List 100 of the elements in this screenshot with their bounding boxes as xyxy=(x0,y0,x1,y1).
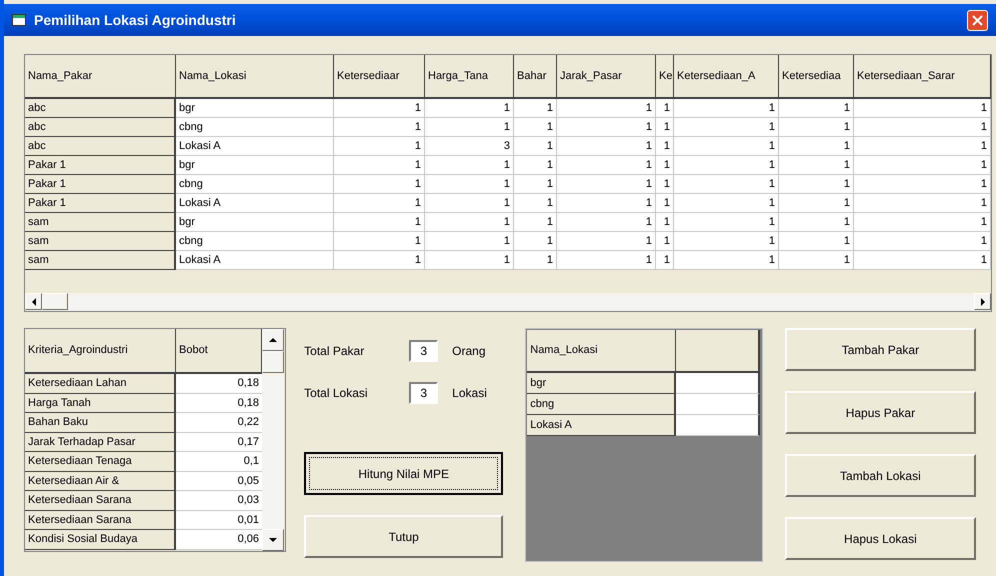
scroll-thumb[interactable] xyxy=(262,351,284,373)
table-cell: 1 xyxy=(425,251,514,270)
table-cell: bgr xyxy=(527,373,676,394)
table-cell: 0,01 xyxy=(176,510,262,530)
push-button[interactable]: Tambah Pakar xyxy=(784,328,976,371)
table-cell: 1 xyxy=(514,213,557,232)
table-cell: 1 xyxy=(514,99,557,118)
table-cell: 1 xyxy=(557,175,656,194)
table-cell: cbng xyxy=(527,394,676,415)
table-cell: 1 xyxy=(779,118,854,137)
push-button[interactable]: Tambah Lokasi xyxy=(784,454,976,497)
table-cell: 1 xyxy=(779,156,854,175)
column-header[interactable] xyxy=(676,330,760,373)
scroll-thumb[interactable] xyxy=(42,293,68,310)
table-cell: 1 xyxy=(557,213,656,232)
table-cell: abc xyxy=(25,118,176,137)
table-cell: 1 xyxy=(674,99,779,118)
table-cell: 1 xyxy=(334,137,425,156)
close-button[interactable] xyxy=(967,10,988,30)
table-cell: abc xyxy=(25,99,176,118)
table-cell: 1 xyxy=(674,232,779,251)
table-cell: Lokasi A xyxy=(176,251,334,270)
table-cell: bgr xyxy=(176,156,334,175)
table-cell: cbng xyxy=(176,232,334,251)
table-cell: sam xyxy=(25,232,176,251)
table-cell: 1 xyxy=(557,156,656,175)
table-cell: 1 xyxy=(674,213,779,232)
table-cell: 1 xyxy=(514,175,557,194)
table-cell: 1 xyxy=(674,137,779,156)
push-button[interactable]: Tutup xyxy=(304,515,504,558)
table-cell: 1 xyxy=(514,156,557,175)
unit-label: Orang xyxy=(452,343,486,360)
table-cell: Harga Tanah xyxy=(25,394,176,413)
vertical-scrollbar[interactable] xyxy=(262,329,284,551)
table-cell: 1 xyxy=(779,213,854,232)
scroll-right-button[interactable] xyxy=(974,293,991,310)
table-cell: Lokasi A xyxy=(176,194,334,213)
table-cell: 1 xyxy=(425,213,514,232)
table-cell: Lokasi A xyxy=(527,415,676,436)
table-cell: 1 xyxy=(425,99,514,118)
table-cell: 1 xyxy=(334,213,425,232)
right-arrow-icon xyxy=(980,298,984,306)
table-cell: Ketersediaan Tenaga xyxy=(25,452,176,472)
table-cell: 1 xyxy=(854,213,991,232)
table-cell: Bahan Baku xyxy=(25,413,176,432)
table-cell: Ketersediaan Sarana xyxy=(25,510,176,530)
table-cell: 1 xyxy=(334,251,425,270)
table-cell: 1 xyxy=(656,232,674,251)
scroll-left-button[interactable] xyxy=(25,293,42,310)
table-cell: 0,22 xyxy=(176,413,262,432)
table-cell: Jarak Terhadap Pasar xyxy=(25,432,176,452)
table-cell: abc xyxy=(25,137,176,156)
table-cell: 1 xyxy=(425,156,514,175)
table-cell: 1 xyxy=(854,118,991,137)
push-button[interactable]: Hitung Nilai MPE xyxy=(304,452,504,495)
table-cell: 1 xyxy=(334,118,425,137)
up-arrow-icon xyxy=(269,338,277,342)
table-cell: 1 xyxy=(656,175,674,194)
table-cell: 1 xyxy=(854,232,991,251)
column-header[interactable]: Nama_Lokasi xyxy=(527,330,676,373)
push-button[interactable]: Hapus Pakar xyxy=(784,391,976,434)
table-cell: 1 xyxy=(425,194,514,213)
table-cell: Ketersediaan Sarana xyxy=(25,491,176,510)
table-cell: 1 xyxy=(854,194,991,213)
table-cell: 3 xyxy=(425,137,514,156)
table-cell: 1 xyxy=(557,118,656,137)
table-cell: 0,18 xyxy=(176,374,262,394)
down-arrow-icon xyxy=(269,538,277,542)
table-cell: 1 xyxy=(656,137,674,156)
horizontal-scrollbar[interactable] xyxy=(25,293,991,311)
scroll-up-button[interactable] xyxy=(262,329,284,351)
table-cell: 1 xyxy=(557,251,656,270)
scroll-down-button[interactable] xyxy=(262,529,284,551)
table-cell: 1 xyxy=(334,156,425,175)
total-field[interactable]: 3 xyxy=(409,382,438,404)
push-button[interactable]: Hapus Lokasi xyxy=(784,517,976,560)
table-cell: 1 xyxy=(779,232,854,251)
table-cell: 1 xyxy=(557,232,656,251)
table-cell: 0,17 xyxy=(176,432,262,452)
table-cell: 1 xyxy=(674,194,779,213)
table-cell: Ketersediaan Lahan xyxy=(25,374,176,394)
table-cell: 1 xyxy=(425,118,514,137)
table-cell: 1 xyxy=(779,194,854,213)
table-cell: 1 xyxy=(854,251,991,270)
table-cell: 1 xyxy=(425,175,514,194)
table-cell: 1 xyxy=(514,194,557,213)
table-cell: 1 xyxy=(656,194,674,213)
table-cell: 1 xyxy=(334,99,425,118)
table-cell: 1 xyxy=(674,175,779,194)
unit-label: Lokasi xyxy=(452,385,487,402)
total-field[interactable]: 3 xyxy=(409,340,438,362)
table-cell: 0,06 xyxy=(176,530,262,550)
table-cell: 0,03 xyxy=(176,491,262,510)
table-cell: Kondisi Sosial Budaya xyxy=(25,530,176,550)
table-cell: Pakar 1 xyxy=(25,156,176,175)
table-cell: 1 xyxy=(854,156,991,175)
left-arrow-icon xyxy=(32,298,36,306)
table-cell: 1 xyxy=(557,194,656,213)
table-cell: 1 xyxy=(656,156,674,175)
table-cell: 1 xyxy=(514,118,557,137)
